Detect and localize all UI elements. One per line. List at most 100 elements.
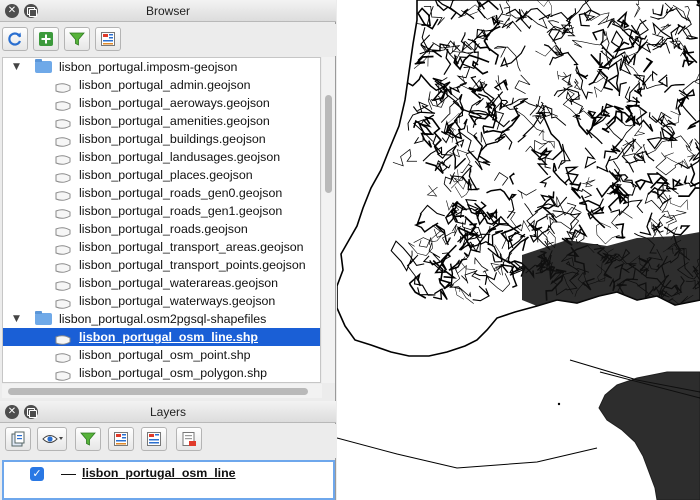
filter-legend-button[interactable] [75, 427, 101, 451]
close-panel-icon[interactable]: ✕ [5, 405, 19, 419]
tree-file-item[interactable]: lisbon_portugal_admin.geojson [3, 76, 320, 94]
float-panel-icon[interactable] [24, 405, 38, 419]
refresh-button[interactable] [2, 27, 28, 51]
add-icon [39, 32, 53, 46]
vector-layer-icon [55, 152, 71, 165]
layer-visibility-checkbox[interactable]: ✓ [30, 467, 44, 481]
collapse-all-icon [147, 432, 161, 446]
map-render [337, 0, 700, 500]
layers-tree[interactable]: ✓ lisbon_portugal_osm_line [2, 460, 335, 500]
vector-layer-icon [55, 80, 71, 93]
coastline-south-landmass [598, 371, 700, 500]
tree-item-label: lisbon_portugal_waterareas.geojson [79, 276, 279, 290]
filter-icon [80, 432, 96, 446]
tree-file-item[interactable]: lisbon_portugal_aeroways.geojson [3, 94, 320, 112]
vector-layer-icon [55, 296, 71, 309]
tree-file-item[interactable]: lisbon_portugal_landusages.geojson [3, 148, 320, 166]
tree-file-item[interactable]: lisbon_portugal_transport_points.geojson [3, 256, 320, 274]
vector-layer-icon [55, 206, 71, 219]
tree-item-label: lisbon_portugal_osm_line.shp [79, 330, 259, 344]
tree-item-label: lisbon_portugal_osm_point.shp [79, 348, 251, 362]
filter-button[interactable] [64, 27, 90, 51]
expand-arrow-icon[interactable]: ▼ [13, 310, 20, 328]
vector-layer-icon [55, 98, 71, 111]
layers-toolbar [0, 424, 336, 458]
refresh-icon [8, 32, 22, 46]
tree-item-label: lisbon_portugal_landusages.geojson [79, 150, 281, 164]
close-panel-icon[interactable]: ✕ [5, 4, 19, 18]
vector-layer-icon [55, 368, 71, 381]
tree-file-item[interactable]: lisbon_portugal_amenities.geojson [3, 112, 320, 130]
tree-file-item[interactable]: lisbon_portugal_osm_line.shp [3, 328, 320, 346]
tree-item-label: lisbon_portugal_admin.geojson [79, 78, 251, 92]
tree-item-label: lisbon_portugal_waterways.geojson [79, 294, 276, 308]
expand-all-icon [114, 432, 128, 446]
tree-file-item[interactable]: lisbon_portugal_roads_gen1.geojson [3, 202, 320, 220]
tree-item-label: lisbon_portugal_amenities.geojson [79, 114, 270, 128]
add-layer-button[interactable] [33, 27, 59, 51]
map-canvas[interactable] [337, 0, 700, 500]
expand-all-button[interactable] [108, 427, 134, 451]
tree-item-label: lisbon_portugal.imposm-geojson [59, 60, 238, 74]
expand-arrow-icon[interactable]: ▼ [13, 58, 20, 76]
vector-layer-icon [55, 332, 71, 345]
vector-layer-icon [55, 242, 71, 255]
float-panel-icon[interactable] [24, 4, 38, 18]
vector-layer-icon [55, 278, 71, 291]
tree-item-label: lisbon_portugal_osm_polygon.shp [79, 366, 268, 380]
eye-icon [42, 435, 63, 443]
tree-item-label: lisbon_portugal_transport_areas.geojson [79, 240, 304, 254]
folder-icon [35, 59, 52, 73]
folder-icon [35, 311, 52, 325]
vector-layer-icon [55, 260, 71, 273]
browser-horizontal-scrollbar[interactable] [2, 384, 322, 398]
browser-horizontal-scrollbar-thumb[interactable] [8, 388, 308, 395]
tree-file-item[interactable]: lisbon_portugal_osm_point.shp [3, 346, 320, 364]
collapse-all-layers-button[interactable] [141, 427, 167, 451]
tree-item-label: lisbon_portugal_roads.geojson [79, 222, 248, 236]
filter-icon [69, 32, 85, 46]
vector-layer-icon [55, 350, 71, 363]
layer-label: lisbon_portugal_osm_line [82, 466, 236, 480]
tree-file-item[interactable]: lisbon_portugal_roads_gen0.geojson [3, 184, 320, 202]
layer-item[interactable]: ✓ lisbon_portugal_osm_line [4, 464, 334, 484]
vector-layer-icon [55, 134, 71, 147]
dock-panels: Browser ✕ ▼ lisbon_portugal.imposm-geojs… [0, 0, 336, 500]
vector-layer-icon [55, 224, 71, 237]
vector-layer-icon [55, 170, 71, 183]
tree-file-item[interactable]: lisbon_portugal_waterareas.geojson [3, 274, 320, 292]
tree-file-item[interactable]: lisbon_portugal_buildings.geojson [3, 130, 320, 148]
browser-vertical-scrollbar-thumb[interactable] [325, 95, 332, 193]
layers-panel-title-bar: Layers ✕ [0, 401, 336, 423]
tree-item-label: lisbon_portugal_buildings.geojson [79, 132, 266, 146]
tree-item-label: lisbon_portugal_roads_gen1.geojson [79, 204, 283, 218]
tree-file-item[interactable]: lisbon_portugal_waterways.geojson [3, 292, 320, 310]
tree-folder-item[interactable]: ▼ lisbon_portugal.osm2pgsql-shapefiles [3, 310, 320, 328]
point-feature [557, 402, 561, 406]
tree-file-item[interactable]: lisbon_portugal_roads.geojson [3, 220, 320, 238]
ferry-line [337, 437, 598, 469]
tree-folder-item[interactable]: ▼ lisbon_portugal.imposm-geojson [3, 58, 320, 76]
layer-styling-icon [11, 431, 25, 447]
tree-file-item[interactable]: lisbon_portugal_places.geojson [3, 166, 320, 184]
tree-file-item[interactable]: lisbon_portugal_transport_areas.geojson [3, 238, 320, 256]
browser-tree[interactable]: ▼ lisbon_portugal.imposm-geojson lisbon_po… [2, 57, 321, 383]
coastline-north-landmass [337, 0, 700, 357]
manage-visibility-button[interactable] [37, 427, 67, 451]
browser-vertical-scrollbar[interactable] [322, 57, 335, 383]
collapse-all-button[interactable] [95, 27, 121, 51]
tree-item-label: lisbon_portugal_places.geojson [79, 168, 253, 182]
line-symbol-icon [61, 474, 76, 475]
browser-panel-title: Browser [145, 4, 190, 18]
tree-file-item[interactable]: lisbon_portugal_osm_polygon.shp [3, 364, 320, 382]
vector-layer-icon [55, 188, 71, 201]
collapse-all-icon [101, 32, 115, 46]
remove-layer-icon [182, 432, 196, 446]
layers-panel-title: Layers [149, 405, 187, 419]
vector-layer-icon [55, 116, 71, 129]
tree-item-label: lisbon_portugal_aeroways.geojson [79, 96, 270, 110]
tree-item-label: lisbon_portugal_roads_gen0.geojson [79, 186, 283, 200]
browser-toolbar [0, 24, 336, 56]
open-layer-styling-button[interactable] [5, 427, 31, 451]
remove-layer-button[interactable] [176, 427, 202, 451]
